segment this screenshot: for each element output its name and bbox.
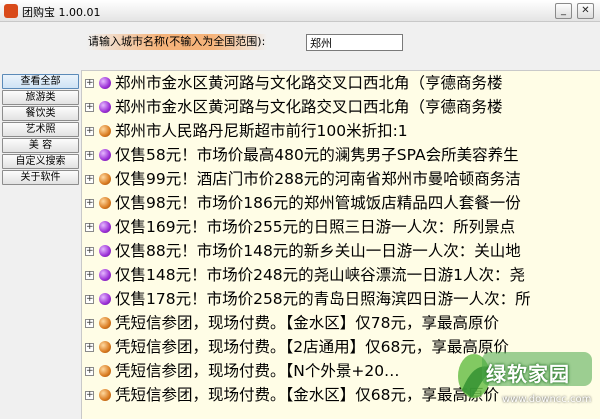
close-icon: ✕ (581, 5, 590, 16)
window-title: 团购宝 1.00.01 (22, 6, 101, 19)
expand-icon[interactable]: + (85, 271, 94, 280)
deal-text: 凭短信参团，现场付费。【金水区】仅68元，享最高原价 (115, 386, 499, 404)
city-search-input[interactable] (306, 34, 403, 51)
purple-bullet-icon (99, 221, 111, 233)
expand-icon[interactable]: + (85, 151, 94, 160)
watermark-text: 绿软家园 (486, 362, 570, 386)
expand-icon[interactable]: + (85, 343, 94, 352)
orange-bullet-icon (99, 197, 111, 209)
deal-text: 仅售58元！市场价最高480元的澜隽男子SPA会所美容养生 (115, 146, 519, 164)
expand-icon[interactable]: + (85, 175, 94, 184)
list-item[interactable]: + 郑州市金水区黄河路与文化路交叉口西北角（亨德商务楼 (82, 95, 600, 119)
expand-icon[interactable]: + (85, 247, 94, 256)
purple-bullet-icon (99, 101, 111, 113)
orange-bullet-icon (99, 317, 111, 329)
deal-text: 凭短信参团，现场付费。【N个外景+20… (115, 362, 400, 380)
orange-bullet-icon (99, 341, 111, 353)
deal-text: 仅售98元！市场价186元的郑州管城饭店精品四人套餐一份 (115, 194, 521, 212)
purple-bullet-icon (99, 293, 111, 305)
category-photo-button[interactable]: 艺术照 (2, 122, 79, 137)
deal-text: 凭短信参团，现场付费。【金水区】仅78元，享最高原价 (115, 314, 499, 332)
expand-icon[interactable]: + (85, 391, 94, 400)
list-item[interactable]: + 仅售169元！市场价255元的日照三日游一人次：所列景点 (82, 215, 600, 239)
deal-text: 郑州市金水区黄河路与文化路交叉口西北角（亨德商务楼 (115, 98, 503, 116)
about-button[interactable]: 关于软件 (2, 170, 79, 185)
minimize-button[interactable]: _ (555, 3, 572, 19)
list-item[interactable]: + 仅售58元！市场价最高480元的澜隽男子SPA会所美容养生 (82, 143, 600, 167)
list-item[interactable]: + 仅售98元！市场价186元的郑州管城饭店精品四人套餐一份 (82, 191, 600, 215)
category-food-button[interactable]: 餐饮类 (2, 106, 79, 121)
deal-text: 仅售88元！市场价148元的新乡关山一日游一人次：关山地 (115, 242, 521, 260)
list-item[interactable]: + 仅售148元！市场价248元的尧山峡谷漂流一日游1人次：尧 (82, 263, 600, 287)
category-travel-button[interactable]: 旅游类 (2, 90, 79, 105)
expand-icon[interactable]: + (85, 199, 94, 208)
purple-bullet-icon (99, 77, 111, 89)
category-beauty-button[interactable]: 美 容 (2, 138, 79, 153)
city-search-label: 请输入城市名称(不输入为全国范围): (86, 34, 268, 50)
orange-bullet-icon (99, 365, 111, 377)
deal-text: 仅售99元！酒店门市价288元的河南省郑州市曼哈顿商务洁 (115, 170, 521, 188)
expand-icon[interactable]: + (85, 127, 94, 136)
orange-bullet-icon (99, 389, 111, 401)
category-all-button[interactable]: 查看全部 (2, 74, 79, 89)
list-item[interactable]: + 仅售178元！市场价258元的青岛日照海滨四日游一人次：所 (82, 287, 600, 311)
expand-icon[interactable]: + (85, 223, 94, 232)
custom-search-button[interactable]: 自定义搜索 (2, 154, 79, 169)
watermark-url: www.downcc.com (502, 394, 592, 405)
list-item[interactable]: + 仅售99元！酒店门市价288元的河南省郑州市曼哈顿商务洁 (82, 167, 600, 191)
deal-text: 凭短信参团，现场付费。【2店通用】仅68元，享最高原价 (115, 338, 509, 356)
expand-icon[interactable]: + (85, 367, 94, 376)
minimize-icon: _ (561, 5, 566, 16)
list-item[interactable]: + 郑州市人民路丹尼斯超市前行100米折扣:1 (82, 119, 600, 143)
orange-bullet-icon (99, 125, 111, 137)
app-logo-icon (4, 4, 18, 18)
expand-icon[interactable]: + (85, 103, 94, 112)
orange-bullet-icon (99, 173, 111, 185)
deal-text: 仅售178元！市场价258元的青岛日照海滨四日游一人次：所 (115, 290, 531, 308)
purple-bullet-icon (99, 269, 111, 281)
deal-text: 仅售169元！市场价255元的日照三日游一人次：所列景点 (115, 218, 516, 236)
list-item[interactable]: + 仅售88元！市场价148元的新乡关山一日游一人次：关山地 (82, 239, 600, 263)
deal-text: 郑州市人民路丹尼斯超市前行100米折扣:1 (115, 122, 408, 140)
deal-text: 郑州市金水区黄河路与文化路交叉口西北角（亨德商务楼 (115, 74, 503, 92)
expand-icon[interactable]: + (85, 319, 94, 328)
purple-bullet-icon (99, 149, 111, 161)
watermark-logo: 绿软家园 www.downcc.com (452, 340, 598, 416)
expand-icon[interactable]: + (85, 295, 94, 304)
list-item[interactable]: + 凭短信参团，现场付费。【金水区】仅78元，享最高原价 (82, 311, 600, 335)
expand-icon[interactable]: + (85, 79, 94, 88)
category-sidebar: 查看全部 旅游类 餐饮类 艺术照 美 容 自定义搜索 关于软件 (0, 74, 80, 186)
title-bar: 团购宝 1.00.01 _ ✕ (0, 0, 600, 22)
deal-text: 仅售148元！市场价248元的尧山峡谷漂流一日游1人次：尧 (115, 266, 526, 284)
list-item[interactable]: + 郑州市金水区黄河路与文化路交叉口西北角（亨德商务楼 (82, 71, 600, 95)
close-button[interactable]: ✕ (577, 3, 594, 19)
purple-bullet-icon (99, 245, 111, 257)
